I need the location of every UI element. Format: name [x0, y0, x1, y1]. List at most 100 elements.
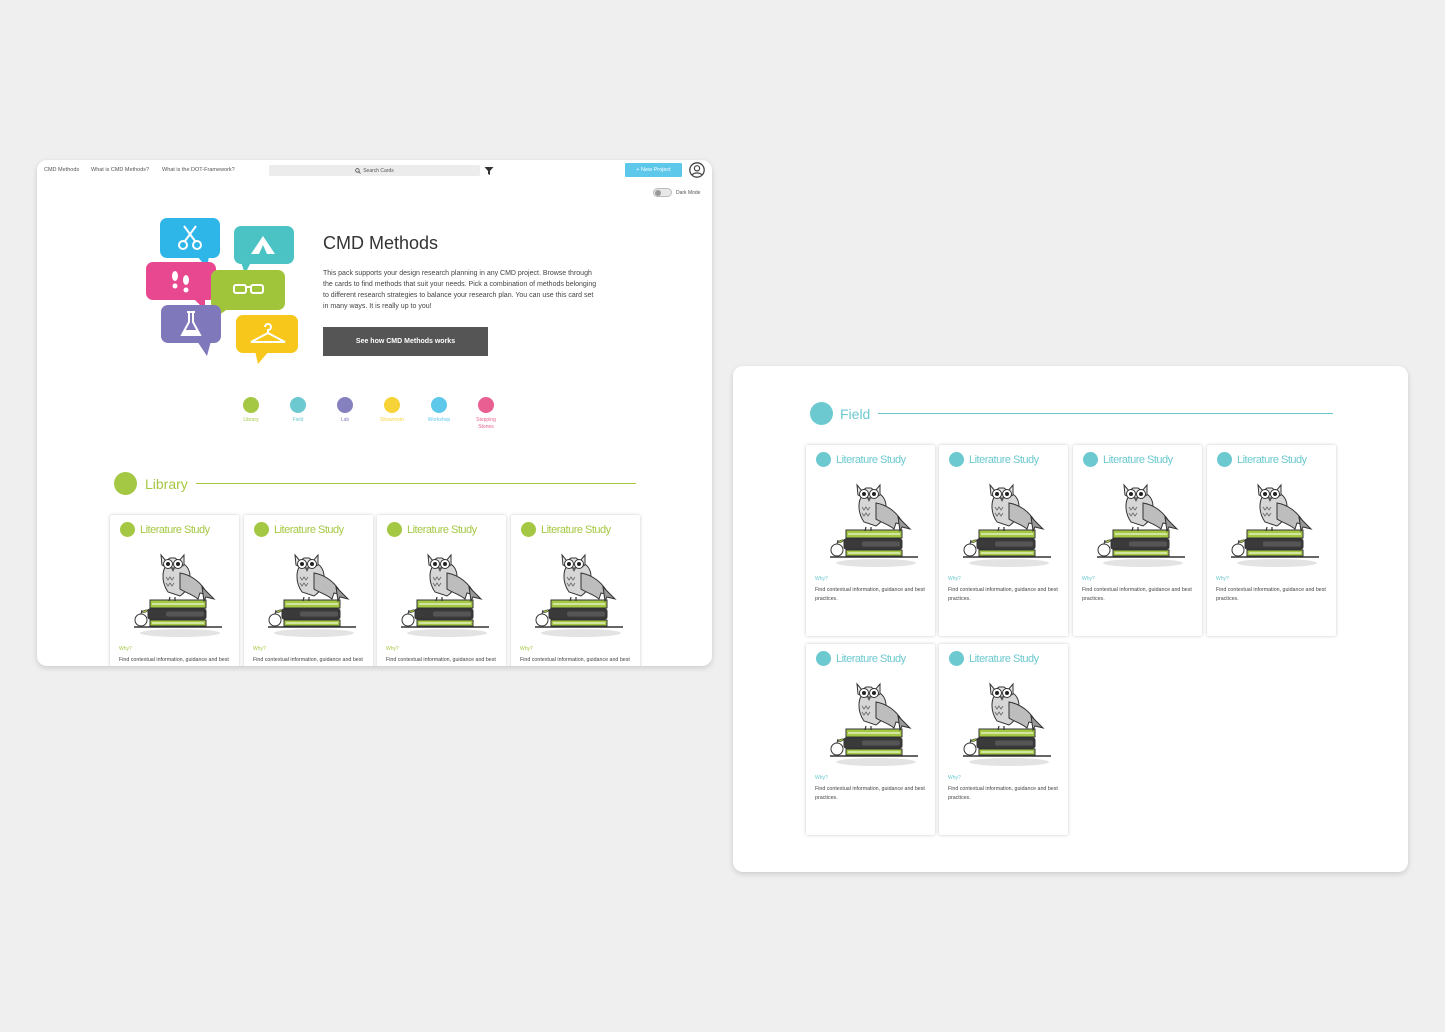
- card-category-dot: [521, 522, 536, 537]
- card-description: Find contextual information, guidance an…: [815, 587, 925, 602]
- method-card[interactable]: Literature Study Why? Find contextual inf…: [806, 445, 935, 636]
- field-section-heading: Field: [810, 402, 1334, 425]
- method-card[interactable]: Literature Study Why? Find contextual inf…: [1073, 445, 1202, 636]
- card-header: Literature Study: [120, 522, 210, 537]
- footprints-icon: [146, 262, 216, 310]
- card-title: Literature Study: [541, 523, 611, 536]
- method-card[interactable]: Literature Study Why? Find contextual inf…: [511, 515, 640, 666]
- card-why-label: Why?: [119, 646, 132, 652]
- card-description: Find contextual information, guidance an…: [815, 786, 925, 801]
- category-label: Stepping Stones: [476, 417, 496, 430]
- nav-link-dot-framework[interactable]: What is the DOT-Framework?: [162, 167, 235, 173]
- category-label: Lab: [340, 417, 350, 423]
- library-section-title: Library: [145, 475, 188, 492]
- card-description: Find contextual information, guidance an…: [119, 657, 229, 666]
- card-category-dot: [1083, 452, 1098, 467]
- scissors-icon: [160, 218, 220, 268]
- field-section-dot: [810, 402, 833, 425]
- category-dot: [384, 397, 400, 413]
- filter-icon[interactable]: [484, 166, 494, 176]
- card-category-dot: [816, 651, 831, 666]
- hero-illustration: [146, 218, 298, 364]
- method-card[interactable]: Literature Study Why? Find contextual inf…: [1207, 445, 1336, 636]
- see-how-it-works-button[interactable]: See how CMD Methods works: [323, 327, 488, 356]
- card-description: Find contextual information, guidance an…: [386, 657, 496, 666]
- category-workshop[interactable]: Workshop: [424, 397, 454, 424]
- card-description: Find contextual information, guidance an…: [948, 786, 1058, 801]
- card-title: Literature Study: [969, 652, 1039, 665]
- card-title: Literature Study: [140, 523, 210, 536]
- category-lab[interactable]: Lab: [330, 397, 360, 424]
- owl-books-illustration: [535, 553, 623, 637]
- method-card[interactable]: Literature Study Why? Find contextual inf…: [939, 644, 1068, 835]
- card-why-label: Why?: [253, 646, 266, 652]
- card-description: Find contextual information, guidance an…: [1216, 587, 1326, 602]
- search-input[interactable]: Search Cards: [269, 165, 480, 176]
- dark-mode-toggle[interactable]: [653, 188, 672, 197]
- method-card[interactable]: Literature Study Why? Find contextual inf…: [806, 644, 935, 835]
- card-why-label: Why?: [520, 646, 533, 652]
- category-dot: [290, 397, 306, 413]
- category-field[interactable]: Field: [283, 397, 313, 424]
- owl-books-illustration: [830, 682, 918, 766]
- category-showroom[interactable]: Showroom: [377, 397, 407, 424]
- owl-books-illustration: [963, 483, 1051, 567]
- owl-books-illustration: [134, 553, 222, 637]
- card-header: Literature Study: [949, 452, 1039, 467]
- nav-link-cmd-methods[interactable]: CMD Methods: [44, 167, 79, 173]
- card-header: Literature Study: [816, 651, 906, 666]
- tent-icon: [234, 226, 294, 274]
- card-header: Literature Study: [1217, 452, 1307, 467]
- method-card[interactable]: Literature Study Why? Find contextual inf…: [377, 515, 506, 666]
- card-description: Find contextual information, guidance an…: [520, 657, 630, 666]
- owl-books-illustration: [1097, 483, 1185, 567]
- card-why-label: Why?: [815, 576, 828, 582]
- category-dot: [243, 397, 259, 413]
- flask-icon: [161, 305, 221, 356]
- owl-books-illustration: [268, 553, 356, 637]
- owl-books-illustration: [1231, 483, 1319, 567]
- card-why-label: Why?: [386, 646, 399, 652]
- card-title: Literature Study: [274, 523, 344, 536]
- card-title: Literature Study: [836, 652, 906, 665]
- new-project-button[interactable]: + New Project: [625, 163, 682, 177]
- library-section-divider: [195, 483, 636, 484]
- card-title: Literature Study: [969, 453, 1039, 466]
- owl-books-illustration: [830, 483, 918, 567]
- card-header: Literature Study: [254, 522, 344, 537]
- card-why-label: Why?: [815, 775, 828, 781]
- card-description: Find contextual information, guidance an…: [253, 657, 363, 666]
- method-card[interactable]: Literature Study Why? Find contextual inf…: [939, 445, 1068, 636]
- card-header: Literature Study: [816, 452, 906, 467]
- card-why-label: Why?: [1216, 576, 1229, 582]
- card-header: Literature Study: [521, 522, 611, 537]
- method-card[interactable]: Literature Study Why? Find contextual inf…: [244, 515, 373, 666]
- category-library[interactable]: Library: [236, 397, 266, 424]
- field-section-title: Field: [840, 405, 871, 422]
- card-why-label: Why?: [1082, 576, 1095, 582]
- user-avatar-icon[interactable]: [689, 162, 705, 178]
- dark-mode-label: Dark Mode: [676, 190, 701, 196]
- card-category-dot: [1217, 452, 1232, 467]
- category-dot: [431, 397, 447, 413]
- card-title: Literature Study: [1237, 453, 1307, 466]
- card-category-dot: [120, 522, 135, 537]
- owl-books-illustration: [401, 553, 489, 637]
- card-description: Find contextual information, guidance an…: [1082, 587, 1192, 602]
- card-description: Find contextual information, guidance an…: [948, 587, 1058, 602]
- method-card[interactable]: Literature Study Why? Find contextual inf…: [110, 515, 239, 666]
- card-category-dot: [949, 452, 964, 467]
- category-stepping-stones[interactable]: Stepping Stones: [471, 397, 501, 431]
- field-page-panel: Field Literature Study Why? Find contextu…: [733, 366, 1408, 872]
- top-nav: CMD Methods What is CMD Methods? What is…: [37, 160, 712, 182]
- owl-books-illustration: [963, 682, 1051, 766]
- category-label: Workshop: [427, 417, 451, 423]
- card-header: Literature Study: [1083, 452, 1173, 467]
- category-label: Library: [243, 417, 259, 423]
- card-category-dot: [387, 522, 402, 537]
- card-title: Literature Study: [836, 453, 906, 466]
- nav-link-what-is-cmd-methods[interactable]: What is CMD Methods?: [91, 167, 149, 173]
- field-section-divider: [878, 413, 1334, 414]
- search-placeholder: Search Cards: [363, 167, 394, 174]
- library-section-dot: [114, 472, 137, 495]
